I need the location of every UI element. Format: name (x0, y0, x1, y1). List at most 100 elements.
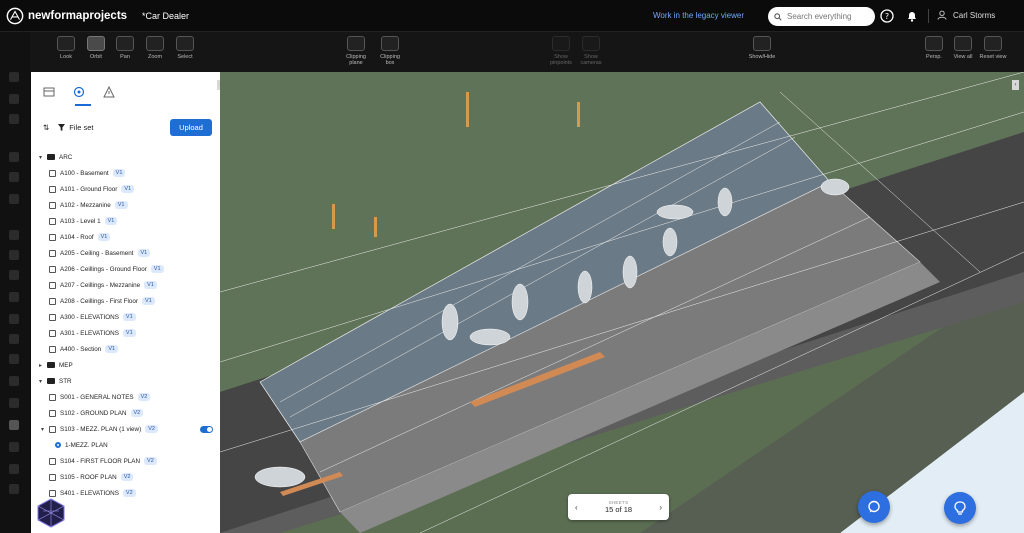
select-tool[interactable]: Select (170, 36, 200, 60)
perspective-label: Persp. (926, 54, 942, 60)
user-name: Carl Storms (953, 10, 996, 20)
tree-sheet[interactable]: A102 - Mezzanine V1 (39, 197, 217, 213)
rail-gauge-icon[interactable] (9, 230, 19, 240)
rail-globe-icon[interactable] (9, 72, 19, 82)
rail-folder-icon[interactable] (9, 398, 19, 408)
look-tool[interactable]: Look (51, 36, 81, 60)
rail-chart-icon[interactable] (9, 270, 19, 280)
tree-item-label: STR (59, 377, 72, 385)
chat-button[interactable] (858, 491, 890, 523)
show-pinpoints-tool[interactable]: Show pinpoints (546, 36, 576, 66)
tree-sheet[interactable]: A207 - Ceillings - Mezzanine V1 (39, 277, 217, 293)
caret-icon[interactable]: ▸ (39, 362, 47, 369)
collapse-right-panel-icon[interactable]: ‹ (1012, 80, 1019, 90)
lightbulb-icon (954, 501, 966, 515)
caret-icon[interactable]: ▾ (39, 378, 47, 385)
rail-home-icon[interactable] (9, 194, 19, 204)
rail-mail-icon[interactable] (9, 314, 19, 324)
search-box[interactable] (768, 7, 875, 26)
upload-button[interactable]: Upload (170, 119, 212, 136)
tree-sheet[interactable]: S102 - GROUND PLAN V2 (39, 405, 217, 421)
rail-document-icon[interactable] (9, 114, 19, 124)
tree-item-label: A400 - Section (60, 345, 102, 353)
rail-building-icon[interactable] (9, 152, 19, 162)
tree-item-label: A208 - Ceillings - First Floor (60, 297, 139, 305)
orbit-tool[interactable]: Orbit (81, 36, 111, 60)
rail-activity-icon[interactable] (9, 94, 19, 104)
tips-button[interactable] (944, 492, 976, 524)
tree-sheet[interactable]: A206 - Ceillings - Ground Floor V1 (39, 261, 217, 277)
previous-sheet-button[interactable]: ‹ (575, 503, 578, 512)
rail-copy-icon[interactable] (9, 292, 19, 302)
clipping-box-tool[interactable]: Clipping box (375, 36, 405, 66)
zoom-tool[interactable]: Zoom (140, 36, 170, 60)
tree-item-label: A205 - Ceiling - Basement (60, 249, 134, 257)
sheet-icon (49, 217, 56, 225)
file-tree: ▾ ARC A100 - Basement V1 A101 - Ground Floor… (39, 149, 217, 501)
tree-sheet[interactable]: ▾ S103 - MEZZ. PLAN (1 view) V2 (39, 421, 217, 437)
reset-view-tool[interactable]: Reset view (978, 36, 1008, 60)
tree-sheet[interactable]: A100 - Basement V1 (39, 165, 217, 181)
tree-sheet[interactable]: A208 - Ceillings - First Floor V1 (39, 293, 217, 309)
tree-item-label: A102 - Mezzanine (60, 201, 111, 209)
tree-view[interactable]: 1-MEZZ. PLAN (39, 437, 217, 453)
show-hide-tool[interactable]: Show/Hide (747, 36, 777, 60)
logo[interactable]: newformaprojects (6, 7, 127, 25)
view-all-label: View all (953, 54, 973, 60)
rail-model-icon[interactable] (9, 420, 19, 430)
tree-sheet[interactable]: A205 - Ceiling - Basement V1 (39, 245, 217, 261)
sheet-icon (49, 265, 56, 273)
tree-sheet[interactable]: A103 - Level 1 V1 (39, 213, 217, 229)
clipping-plane-tool[interactable]: Clipping plane (341, 36, 371, 66)
user-menu[interactable]: Carl Storms (937, 10, 995, 20)
legacy-viewer-link[interactable]: Work in the legacy viewer (653, 11, 744, 20)
view-all-tool[interactable]: View all (948, 36, 978, 60)
pan-tool[interactable]: Pan (110, 36, 140, 60)
tree-sheet[interactable]: S104 - FIRST FLOOR PLAN V2 (39, 453, 217, 469)
show-cameras-tool[interactable]: Show cameras (576, 36, 606, 66)
model-render[interactable] (220, 72, 1024, 533)
next-sheet-button[interactable]: › (659, 503, 662, 512)
rail-settings-icon[interactable] (9, 442, 19, 452)
search-input[interactable] (787, 12, 867, 21)
file-set-label[interactable]: File set (69, 123, 93, 132)
perspective-tool[interactable]: Persp. (919, 36, 949, 60)
tree-item-label: MEP (59, 361, 73, 369)
tab-models-icon[interactable] (73, 86, 85, 98)
3d-viewport[interactable] (220, 72, 1024, 533)
sheet-icon (49, 297, 56, 305)
tree-folder[interactable]: ▾ ARC (39, 149, 217, 165)
tab-issues-icon[interactable] (103, 86, 115, 98)
tree-folder[interactable]: ▸ MEP (39, 357, 217, 373)
tree-sheet[interactable]: A104 - Roof V1 (39, 229, 217, 245)
version-badge: V1 (142, 297, 155, 305)
zoom-icon (146, 36, 164, 51)
sort-icon[interactable]: ⇅ (43, 123, 49, 132)
rail-clipboard-icon[interactable] (9, 464, 19, 474)
rail-check-icon[interactable] (9, 334, 19, 344)
caret-icon[interactable]: ▾ (41, 426, 49, 433)
tree-sheet[interactable]: A300 - ELEVATIONS V1 (39, 309, 217, 325)
filter-icon[interactable] (58, 124, 66, 131)
tree-folder[interactable]: ▾ STR (39, 373, 217, 389)
sheet-icon (49, 169, 56, 177)
tree-sheet[interactable]: A400 - Section V1 (39, 341, 217, 357)
rail-history-icon[interactable] (9, 484, 19, 494)
rail-info-icon[interactable] (9, 354, 19, 364)
visibility-toggle[interactable] (200, 425, 213, 433)
rail-warning-icon[interactable] (9, 250, 19, 260)
rail-list-icon[interactable] (9, 376, 19, 386)
tab-sheets-icon[interactable] (43, 86, 55, 98)
tree-sheet[interactable]: A101 - Ground Floor V1 (39, 181, 217, 197)
sheet-count: 15 of 18 (604, 505, 633, 514)
help-icon[interactable]: ? (880, 9, 894, 23)
bell-icon[interactable] (905, 9, 919, 23)
caret-icon[interactable]: ▾ (39, 154, 47, 161)
select-label: Select (177, 54, 193, 60)
tree-sheet[interactable]: S001 - GENERAL NOTES V2 (39, 389, 217, 405)
version-badge: V1 (97, 233, 111, 241)
rail-people-icon[interactable] (9, 172, 19, 182)
view-radio-icon (55, 442, 61, 448)
tree-sheet[interactable]: S105 - ROOF PLAN V2 (39, 469, 217, 485)
tree-sheet[interactable]: A301 - ELEVATIONS V1 (39, 325, 217, 341)
